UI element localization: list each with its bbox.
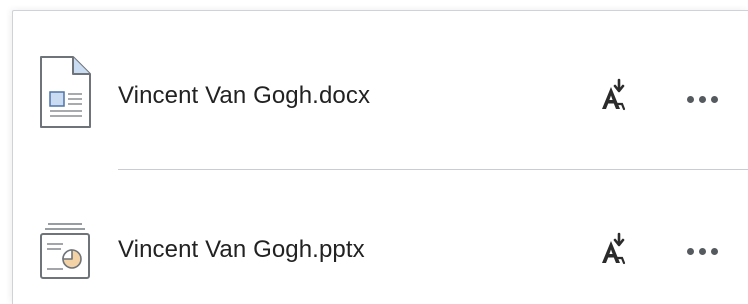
word-document-icon (37, 54, 93, 130)
file-row-docx[interactable]: Vincent Van Gogh.docx (13, 18, 748, 158)
dot (687, 96, 694, 103)
dot (699, 96, 706, 103)
file-list-panel: Vincent Van Gogh.docx Vincent Van Gogh.p… (12, 10, 748, 304)
powerpoint-presentation-icon (37, 222, 93, 298)
row-divider (118, 169, 748, 170)
more-options-icon[interactable] (683, 88, 723, 112)
dot (711, 248, 718, 255)
dot (699, 248, 706, 255)
dot (711, 96, 718, 103)
file-name[interactable]: Vincent Van Gogh.docx (118, 82, 370, 110)
file-name[interactable]: Vincent Van Gogh.pptx (118, 236, 365, 264)
accessibility-download-icon[interactable] (596, 78, 630, 112)
accessibility-download-icon[interactable] (596, 232, 630, 266)
file-row-pptx[interactable]: Vincent Van Gogh.pptx (13, 182, 748, 304)
more-options-icon[interactable] (683, 240, 723, 264)
dot (687, 248, 694, 255)
